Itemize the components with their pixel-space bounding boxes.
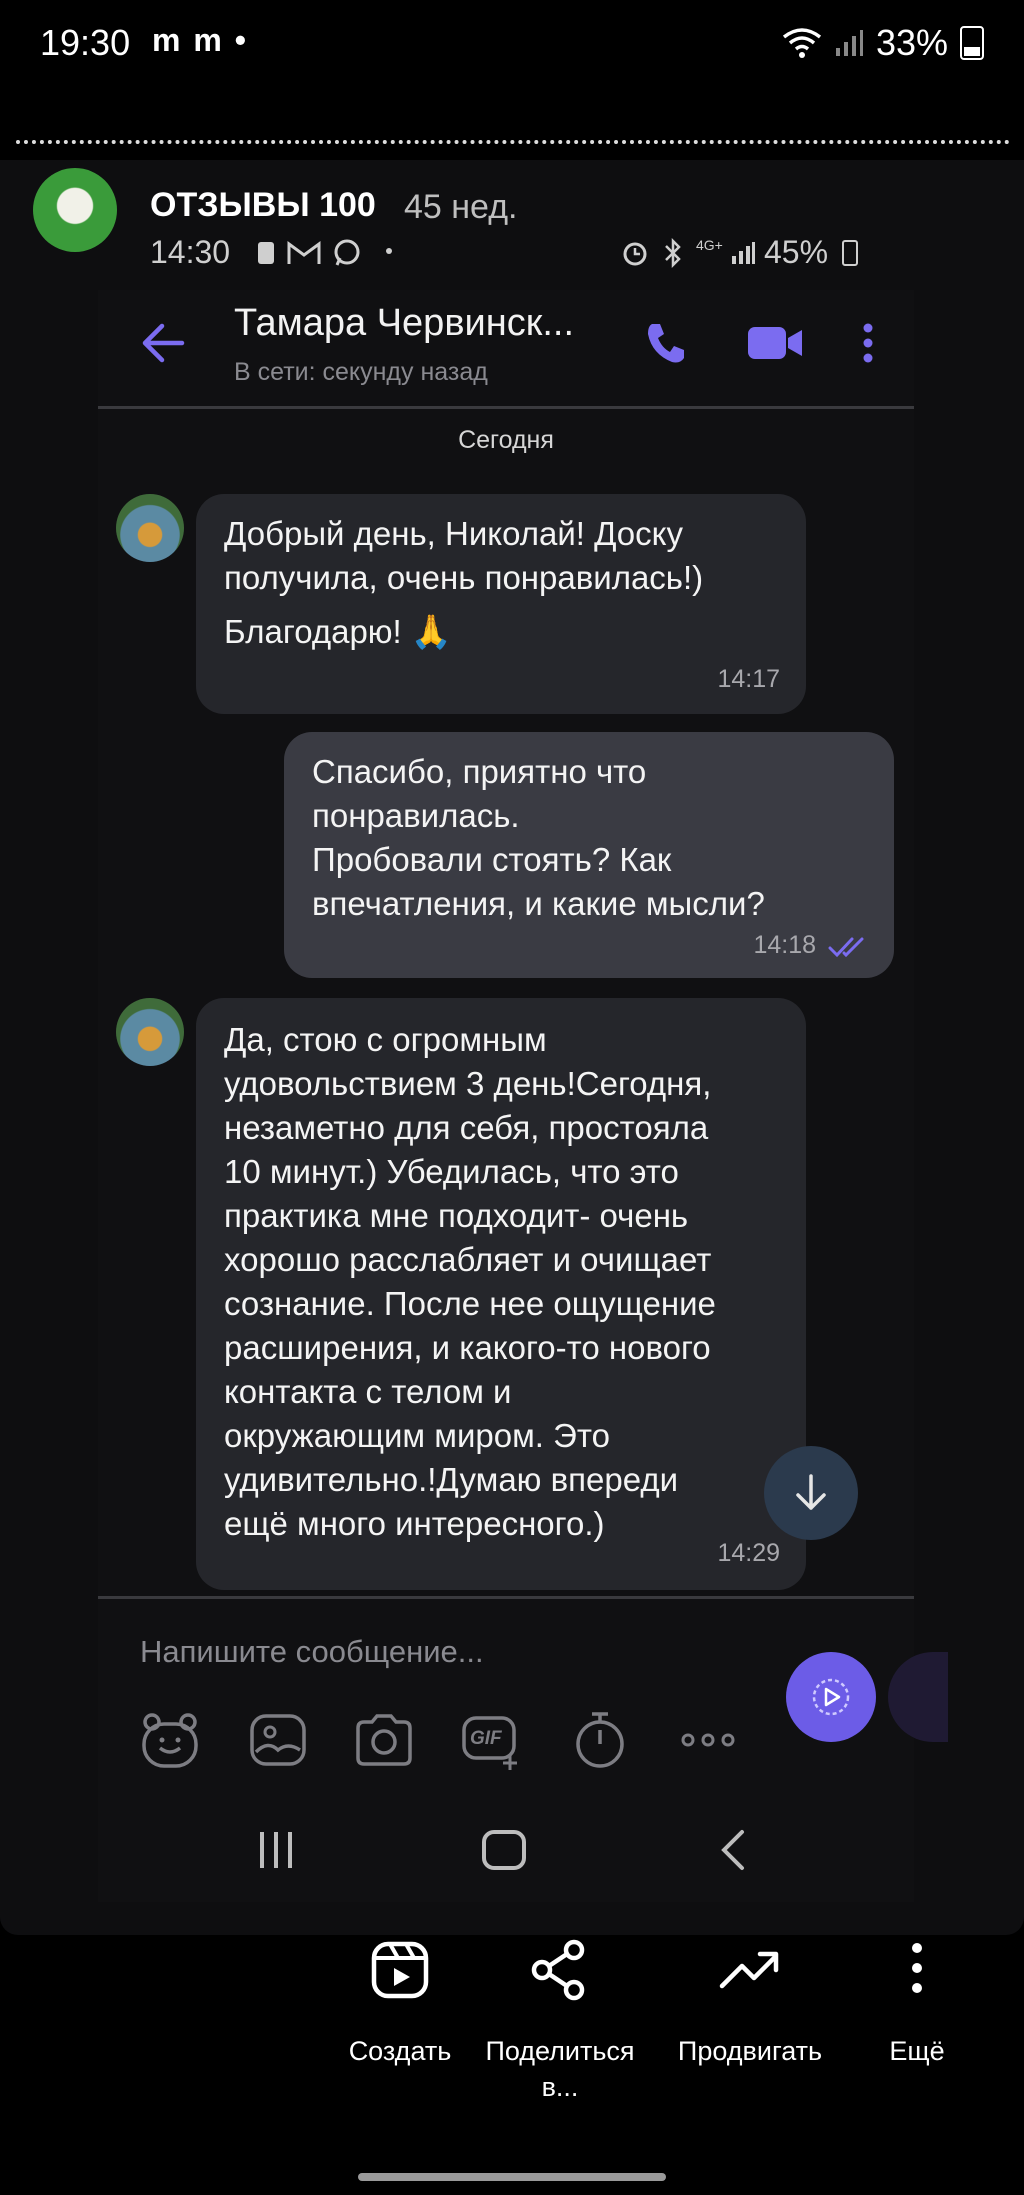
more-options-icon[interactable] — [858, 320, 878, 366]
inner-notif-icon — [258, 242, 274, 264]
contact-avatar[interactable] — [116, 998, 184, 1066]
gallery-icon[interactable] — [246, 1708, 310, 1772]
inner-battery-icon — [842, 240, 858, 266]
status-time: 19:30 — [40, 22, 131, 63]
video-call-icon[interactable] — [746, 320, 806, 366]
message-line: практика мне подходит- очень — [224, 1197, 689, 1234]
story-avatar[interactable] — [33, 168, 117, 252]
message-line: понравилась. — [312, 797, 520, 834]
story-age: 45 нед. — [404, 188, 518, 226]
message-line: Благодарю! 🙏 — [224, 613, 452, 650]
story-progress-divider — [16, 140, 1010, 144]
message-time: 14:29 — [717, 1539, 780, 1567]
play-icon — [812, 1678, 850, 1716]
message-input[interactable]: Напишите сообщение... — [140, 1634, 484, 1670]
message-text: Да, стою с огромным удовольствием 3 день… — [224, 1018, 716, 1546]
message-line: 10 минут.) Убедилась, что это — [224, 1153, 679, 1190]
notification-icons: m m • — [152, 22, 248, 58]
reels-icon — [371, 1941, 429, 1999]
timer-icon[interactable] — [568, 1708, 632, 1772]
voice-message-button[interactable] — [786, 1652, 876, 1742]
back-nav-icon[interactable] — [714, 1822, 750, 1878]
message-bubble-outgoing[interactable]: Спасибо, приятно что понравилась. Пробов… — [284, 732, 894, 978]
inner-signal-icon — [732, 242, 755, 264]
alarm-icon — [623, 242, 647, 266]
status-bar: 19:30 m m • 33% — [0, 0, 1024, 90]
contact-status: В сети: секунду назад — [234, 358, 488, 386]
message-line: Добрый день, Николай! Доску — [224, 515, 683, 552]
action-promote[interactable]: Продвигать — [665, 1938, 835, 2069]
back-arrow-icon[interactable] — [140, 318, 186, 368]
message-line: Да, стою с огромным — [224, 1021, 547, 1058]
contact-avatar[interactable] — [116, 494, 184, 562]
signal-icon — [835, 30, 863, 56]
message-time: 14:18 — [753, 931, 816, 959]
network-4g-icon: 4G+ — [696, 237, 723, 253]
message-line: сознание. После нее ощущение — [224, 1285, 716, 1322]
action-share-label: Поделиться в... — [485, 2036, 635, 2102]
inner-status-time: 14:30 — [150, 234, 231, 270]
action-more-label: Ещё — [889, 2036, 945, 2066]
battery-percent: 33% — [875, 22, 948, 63]
action-share[interactable]: Поделиться в... — [475, 1938, 645, 2105]
message-line: расширения, и какого-то нового — [224, 1329, 711, 1366]
message-line: ещё много интересного.) — [224, 1505, 605, 1542]
wifi-icon — [782, 28, 822, 58]
story-title[interactable]: ОТЗЫВЫ 100 — [150, 186, 376, 225]
action-create[interactable]: Создать — [315, 1938, 485, 2069]
message-bubble-incoming[interactable]: Да, стою с огромным удовольствием 3 день… — [196, 998, 806, 1590]
message-line: Спасибо, приятно что — [312, 753, 647, 790]
date-separator: Сегодня — [458, 426, 554, 454]
action-create-label: Создать — [348, 2036, 452, 2066]
more-horizontal-icon[interactable] — [676, 1708, 740, 1772]
read-checkmarks-icon — [828, 937, 864, 958]
message-text: Добрый день, Николай! Доску получила, оч… — [224, 512, 703, 654]
home-icon[interactable] — [478, 1822, 530, 1878]
action-promote-label: Продвигать — [677, 2036, 823, 2066]
battery-icon — [960, 26, 984, 60]
message-time: 14:17 — [717, 665, 780, 693]
action-more[interactable]: Ещё — [832, 1938, 1002, 2069]
inner-status-bar: 14:30 4G+ 45% — [150, 234, 870, 274]
message-line: впечатления, и какие мысли? — [312, 885, 765, 922]
recent-apps-icon[interactable] — [256, 1822, 296, 1878]
message-line: удовольствием 3 день!Сегодня, — [224, 1065, 712, 1102]
message-line: незаметно для себя, простояла — [224, 1109, 709, 1146]
arrow-down-icon — [796, 1474, 826, 1510]
trending-icon — [719, 1951, 779, 1989]
message-line: Пробовали стоять? Как — [312, 841, 672, 878]
camera-icon[interactable] — [352, 1708, 416, 1772]
more-vertical-icon — [912, 1943, 922, 1993]
scroll-down-button[interactable] — [764, 1446, 858, 1540]
gif-label: GIF — [470, 1728, 502, 1749]
bluetooth-icon — [665, 238, 681, 268]
message-line: получила, очень понравилась!) — [224, 559, 704, 596]
message-text: Спасибо, приятно что понравилась. Пробов… — [312, 750, 765, 926]
inner-dot-icon — [386, 248, 392, 254]
composer-divider — [98, 1596, 914, 1599]
phone-call-icon[interactable] — [644, 320, 688, 366]
home-indicator[interactable] — [358, 2173, 666, 2181]
share-icon — [531, 1939, 585, 2001]
gif-icon[interactable]: GIF — [460, 1708, 524, 1772]
message-bubble-incoming[interactable]: Добрый день, Николай! Доску получила, оч… — [196, 494, 806, 714]
sticker-icon[interactable] — [138, 1708, 202, 1772]
contact-name[interactable]: Тамара Червинск... — [234, 302, 574, 345]
message-line: окружающим миром. Это — [224, 1417, 610, 1454]
status-right: 33% — [782, 22, 984, 64]
message-line: удивительно.!Думаю впереди — [224, 1461, 679, 1498]
inner-battery-percent: 45% — [764, 234, 829, 270]
message-line: контакта с телом и — [224, 1373, 512, 1410]
whatsapp-icon — [334, 239, 360, 266]
message-line: хорошо расслабляет и очищает — [224, 1241, 712, 1278]
gmail-icon — [287, 241, 321, 264]
